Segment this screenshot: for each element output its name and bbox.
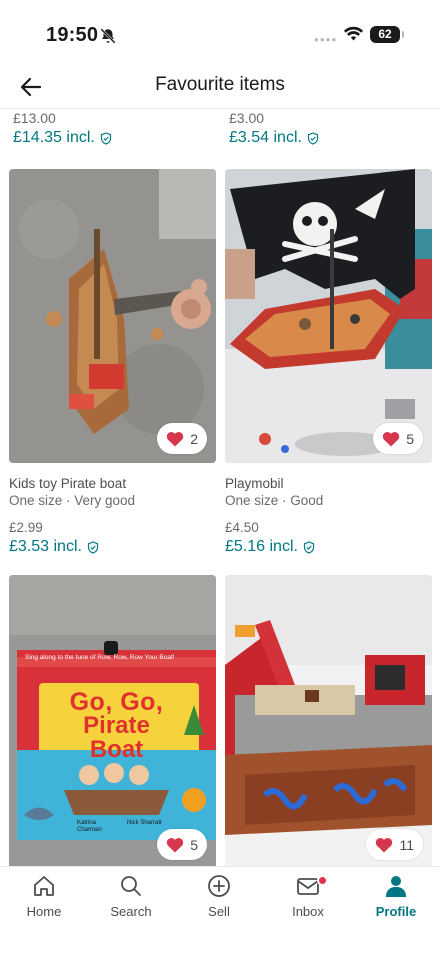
item-meta: One size · Very good <box>9 493 136 508</box>
favourite-count: 11 <box>399 836 414 853</box>
nav-label: Home <box>26 904 62 919</box>
item-price: £4.50 <box>225 520 259 535</box>
heart-icon <box>376 837 393 852</box>
item-title: Kids toy Pirate boat <box>9 476 127 491</box>
favourite-count: 2 <box>190 430 198 447</box>
playmobil-ship-photo <box>225 169 432 463</box>
nav-label: Inbox <box>292 904 324 919</box>
item-photo[interactable]: Sing along to the tune of Row, Row, Row … <box>9 575 216 866</box>
item-card[interactable]: 11 <box>225 575 432 866</box>
item-card[interactable]: 2 Kids toy Pirate boat One size · Very g… <box>9 169 216 558</box>
status-time: 19:50 <box>46 24 99 46</box>
item-price-incl: £3.53 incl. <box>9 536 216 558</box>
top-app-bar: Favourite items <box>0 66 440 108</box>
page-title: Favourite items <box>155 74 285 95</box>
partial-row: £13.00 £14.35 incl. £3.00 £3.54 incl. <box>0 109 440 169</box>
heart-icon <box>383 431 400 446</box>
item-photo[interactable]: 2 <box>9 169 216 463</box>
item-price-incl: £3.54 incl. <box>229 127 429 149</box>
shield-icon <box>100 131 111 145</box>
nav-profile[interactable]: Profile <box>352 873 440 919</box>
item-price: £2.99 <box>9 520 43 535</box>
item-price: £13.00 <box>13 110 56 126</box>
status-bar: 19:50 ●●●● 62 <box>0 0 440 66</box>
notification-dot <box>317 875 328 886</box>
bell-off-icon <box>100 28 116 44</box>
favourite-button[interactable]: 5 <box>157 829 207 860</box>
plus-circle-icon <box>208 875 230 897</box>
partial-item-prices-left[interactable]: £13.00 £14.35 incl. <box>13 109 213 149</box>
item-price-incl: £5.16 incl. <box>225 536 432 558</box>
favourites-grid[interactable]: £13.00 £14.35 incl. £3.00 £3.54 incl. 2 … <box>0 109 440 866</box>
profile-icon <box>386 876 406 897</box>
nav-home[interactable]: Home <box>0 873 88 919</box>
favourite-count: 5 <box>406 430 414 447</box>
toy-pirate-ship-photo <box>225 575 432 866</box>
signal-dots-icon: ●●●● <box>314 35 338 44</box>
item-photo[interactable]: 5 <box>225 169 432 463</box>
battery-indicator: 62 <box>370 26 404 43</box>
nav-label: Profile <box>375 904 417 919</box>
favourite-button[interactable]: 11 <box>366 829 423 860</box>
nav-inbox[interactable]: Inbox <box>264 873 352 919</box>
price-incl-text: £3.54 incl. <box>229 129 302 146</box>
price-incl-text: £3.53 incl. <box>9 538 82 555</box>
shield-icon <box>303 540 315 554</box>
item-photo[interactable]: 11 <box>225 575 432 866</box>
search-icon <box>121 876 141 896</box>
shield-icon <box>87 540 99 554</box>
favourite-button[interactable]: 5 <box>373 423 423 454</box>
pirate-book-photo <box>9 575 216 866</box>
partial-item-prices-right[interactable]: £3.00 £3.54 incl. <box>229 109 429 149</box>
price-incl-text: £5.16 incl. <box>225 538 298 555</box>
bottom-navigation: Home Search Sell Inbox Profile <box>0 866 440 957</box>
home-icon <box>34 876 54 896</box>
item-card[interactable]: Sing along to the tune of Row, Row, Row … <box>9 575 216 866</box>
heart-icon <box>167 837 184 852</box>
item-price: £3.00 <box>229 110 265 126</box>
item-meta: One size · Good <box>225 493 324 508</box>
item-card[interactable]: 5 Playmobil One size · Good £4.50 £5.16 … <box>225 169 432 558</box>
favourite-count: 5 <box>190 836 198 853</box>
heart-icon <box>167 431 184 446</box>
nav-label: Sell <box>208 904 230 919</box>
item-title: Playmobil <box>225 476 284 491</box>
favourite-button[interactable]: 2 <box>157 423 207 454</box>
wifi-icon <box>343 26 364 41</box>
pirate-boat-toy-photo <box>9 169 216 463</box>
shield-icon <box>307 131 319 145</box>
item-price-incl: £14.35 incl. <box>13 127 213 149</box>
nav-search[interactable]: Search <box>87 873 175 919</box>
nav-label: Search <box>110 904 152 919</box>
price-incl-text: £14.35 incl. <box>13 129 95 146</box>
nav-sell[interactable]: Sell <box>175 873 263 919</box>
